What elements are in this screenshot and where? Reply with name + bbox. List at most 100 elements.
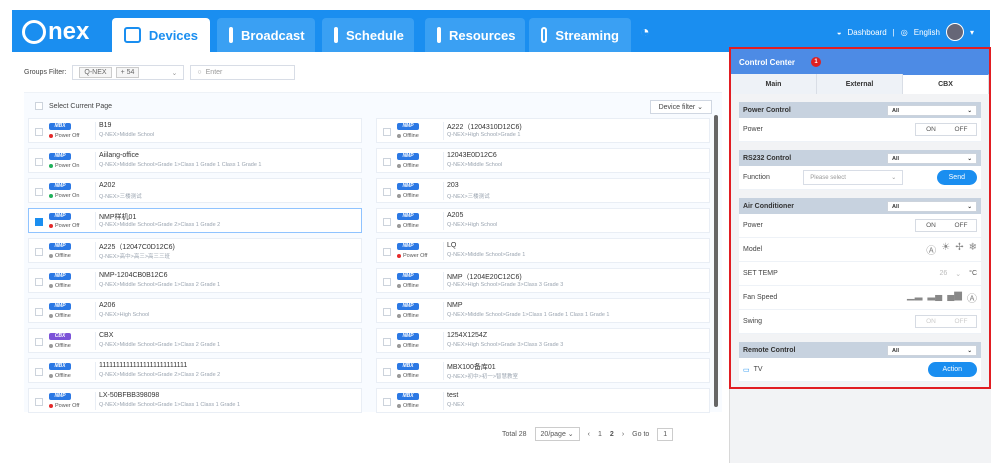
device-card[interactable]: NMP Offline 1254X1254Z Q-NEX>High School… xyxy=(376,328,710,353)
device-filter-button[interactable]: Device filter ⌄ xyxy=(649,100,712,114)
device-card[interactable]: NMP Power Off LQ Q-NEX>Middle School>Gra… xyxy=(376,238,710,263)
device-checkbox[interactable] xyxy=(35,308,43,316)
fan-icon[interactable]: ✢ xyxy=(955,242,963,257)
device-checkbox[interactable] xyxy=(383,278,391,286)
previous-page-icon[interactable]: ‹ xyxy=(588,431,590,438)
device-path: Q-NEX>初中>初一>智慧教室 xyxy=(447,374,519,380)
device-name: A222（1204310D12C6) xyxy=(447,124,522,131)
device-checkbox[interactable] xyxy=(35,128,43,136)
device-status: Power On xyxy=(49,163,79,169)
device-type-badge: NMP xyxy=(49,243,71,250)
auto-mode-icon[interactable]: Ⓐ xyxy=(926,242,936,257)
device-checkbox[interactable] xyxy=(383,158,391,166)
device-card[interactable]: MBX Offline 11111111111111111111111111 Q… xyxy=(28,358,362,383)
device-card[interactable]: NMP Offline 203 Q-NEX>三楼测试 xyxy=(376,178,710,203)
device-name: 203 xyxy=(447,182,459,189)
device-card[interactable]: MBX Power Off B19 Q-NEX>Middle School xyxy=(28,118,362,143)
select-all-checkbox[interactable] xyxy=(35,102,43,110)
device-card[interactable]: NMP Power On A202 Q-NEX>三楼测试 xyxy=(28,178,362,203)
device-checkbox[interactable] xyxy=(383,368,391,376)
device-card[interactable]: NMP Offline 12043E0D12C6 Q-NEX>Middle Sc… xyxy=(376,148,710,173)
device-card[interactable]: NMP Offline A205 Q-NEX>High School xyxy=(376,208,710,233)
divider xyxy=(95,122,96,140)
device-card[interactable]: NMP Power Off NMP样机01 Q-NEX>Middle Schoo… xyxy=(28,208,362,233)
page-1-link[interactable]: 1 xyxy=(598,431,602,438)
vertical-scrollbar[interactable] xyxy=(714,115,718,407)
fan-low-icon[interactable]: ▁▂ xyxy=(907,290,922,305)
device-checkbox[interactable] xyxy=(35,278,43,286)
tab-broadcast[interactable]: Broadcast xyxy=(217,18,315,52)
send-button[interactable]: Send xyxy=(936,170,977,185)
device-card[interactable]: NMP Offline NMP Q-NEX>Middle School>Grad… xyxy=(376,298,710,323)
device-card[interactable]: NMP Offline A225（12047C0D12C6) Q-NEX>高中>… xyxy=(28,238,362,263)
device-checkbox[interactable] xyxy=(383,338,391,346)
power-control-select[interactable]: All ⌄ xyxy=(887,104,977,116)
device-path: Q-NEX>Middle School>Grade 1>Class 1 Grad… xyxy=(99,162,262,168)
tab-resources[interactable]: Resources xyxy=(425,18,525,52)
device-checkbox[interactable] xyxy=(35,158,43,166)
device-status: Offline xyxy=(397,283,419,289)
power-toggle[interactable]: ON OFF xyxy=(915,123,977,136)
device-card[interactable]: NMP Offline NMP（1204E20C12C6) Q-NEX>High… xyxy=(376,268,710,293)
divider xyxy=(95,362,96,380)
device-checkbox[interactable] xyxy=(35,248,43,256)
device-card[interactable]: NMP Offline NMP-1204CB0B12C6 Q-NEX>Middl… xyxy=(28,268,362,293)
device-card[interactable]: MBX Offline MBX100备库01 Q-NEX>初中>初一>智慧教室 xyxy=(376,358,710,383)
goto-page-input[interactable]: 1 xyxy=(657,427,674,441)
sun-icon[interactable]: ☀ xyxy=(941,242,950,257)
tab-main[interactable]: Main xyxy=(731,74,817,94)
device-name: A202 xyxy=(99,182,116,189)
device-checkbox[interactable] xyxy=(35,338,43,346)
remote-control-select[interactable]: All ⌄ xyxy=(887,344,977,356)
device-card[interactable]: MBX Offline test Q-NEX xyxy=(376,388,710,413)
snowflake-icon[interactable]: ❄ xyxy=(969,242,977,257)
notification-bell-icon[interactable]: ◔ xyxy=(640,24,650,42)
fan-medium-icon[interactable]: ▂▄ xyxy=(927,290,942,305)
search-input[interactable]: ○ Enter xyxy=(190,65,296,80)
device-card[interactable]: NMP Power Off LX-50BFBB398098 Q-NEX>Midd… xyxy=(28,388,362,413)
device-checkbox[interactable] xyxy=(35,218,43,226)
device-checkbox[interactable] xyxy=(383,128,391,136)
device-card[interactable]: NMP Offline A206 Q-NEX>High School xyxy=(28,298,362,323)
page-size-select[interactable]: 20/page ⌄ xyxy=(534,427,580,441)
status-dot-icon xyxy=(49,224,53,228)
device-checkbox[interactable] xyxy=(35,188,43,196)
tab-cbx[interactable]: CBX xyxy=(903,74,989,94)
device-card[interactable]: CBX Offline CBX Q-NEX>Middle School>Grad… xyxy=(28,328,362,353)
tab-external[interactable]: External xyxy=(817,74,903,94)
resources-icon xyxy=(437,27,441,43)
device-checkbox[interactable] xyxy=(383,398,391,406)
device-checkbox[interactable] xyxy=(35,398,43,406)
device-path: Q-NEX>三楼测试 xyxy=(99,194,142,200)
device-card[interactable]: NMP Offline A222（1204310D12C6) Q-NEX>Hig… xyxy=(376,118,710,143)
tab-schedule[interactable]: Schedule xyxy=(322,18,414,52)
function-select[interactable]: Please select ⌄ xyxy=(803,170,904,185)
device-checkbox[interactable] xyxy=(383,308,391,316)
device-checkbox[interactable] xyxy=(35,368,43,376)
device-checkbox[interactable] xyxy=(383,188,391,196)
chevron-down-icon[interactable]: ▾ xyxy=(970,28,974,37)
air-power-toggle[interactable]: ON OFF xyxy=(915,219,977,232)
next-page-icon[interactable]: › xyxy=(622,431,624,438)
status-dot-icon xyxy=(397,374,401,378)
action-button[interactable]: Action xyxy=(927,362,977,377)
rs232-select[interactable]: All ⌄ xyxy=(887,152,977,164)
groups-filter-select[interactable]: Q-NEX + 54 ⌄ xyxy=(72,65,185,80)
dashboard-link[interactable]: Dashboard xyxy=(848,28,887,37)
device-card[interactable]: NMP Power On Aiilang-office Q-NEX>Middle… xyxy=(28,148,362,173)
device-checkbox[interactable] xyxy=(383,248,391,256)
temperature-down-icon[interactable]: ⌄ xyxy=(955,270,961,278)
page-2-link[interactable]: 2 xyxy=(610,431,614,438)
fan-high-icon[interactable]: ▄▆ xyxy=(947,290,962,305)
swing-toggle[interactable]: ON OFF xyxy=(915,315,977,328)
device-checkbox[interactable] xyxy=(383,218,391,226)
avatar[interactable] xyxy=(945,23,964,41)
language-select[interactable]: English xyxy=(914,28,940,37)
temperature-value[interactable]: 26 xyxy=(939,270,947,278)
tab-devices[interactable]: Devices xyxy=(112,18,210,52)
divider xyxy=(95,212,96,230)
tab-streaming[interactable]: Streaming xyxy=(529,18,631,52)
select-current-page[interactable]: Select Current Page xyxy=(35,102,112,110)
air-conditioner-select[interactable]: All ⌄ xyxy=(887,200,977,212)
fan-auto-icon[interactable]: Ⓐ xyxy=(967,290,977,305)
